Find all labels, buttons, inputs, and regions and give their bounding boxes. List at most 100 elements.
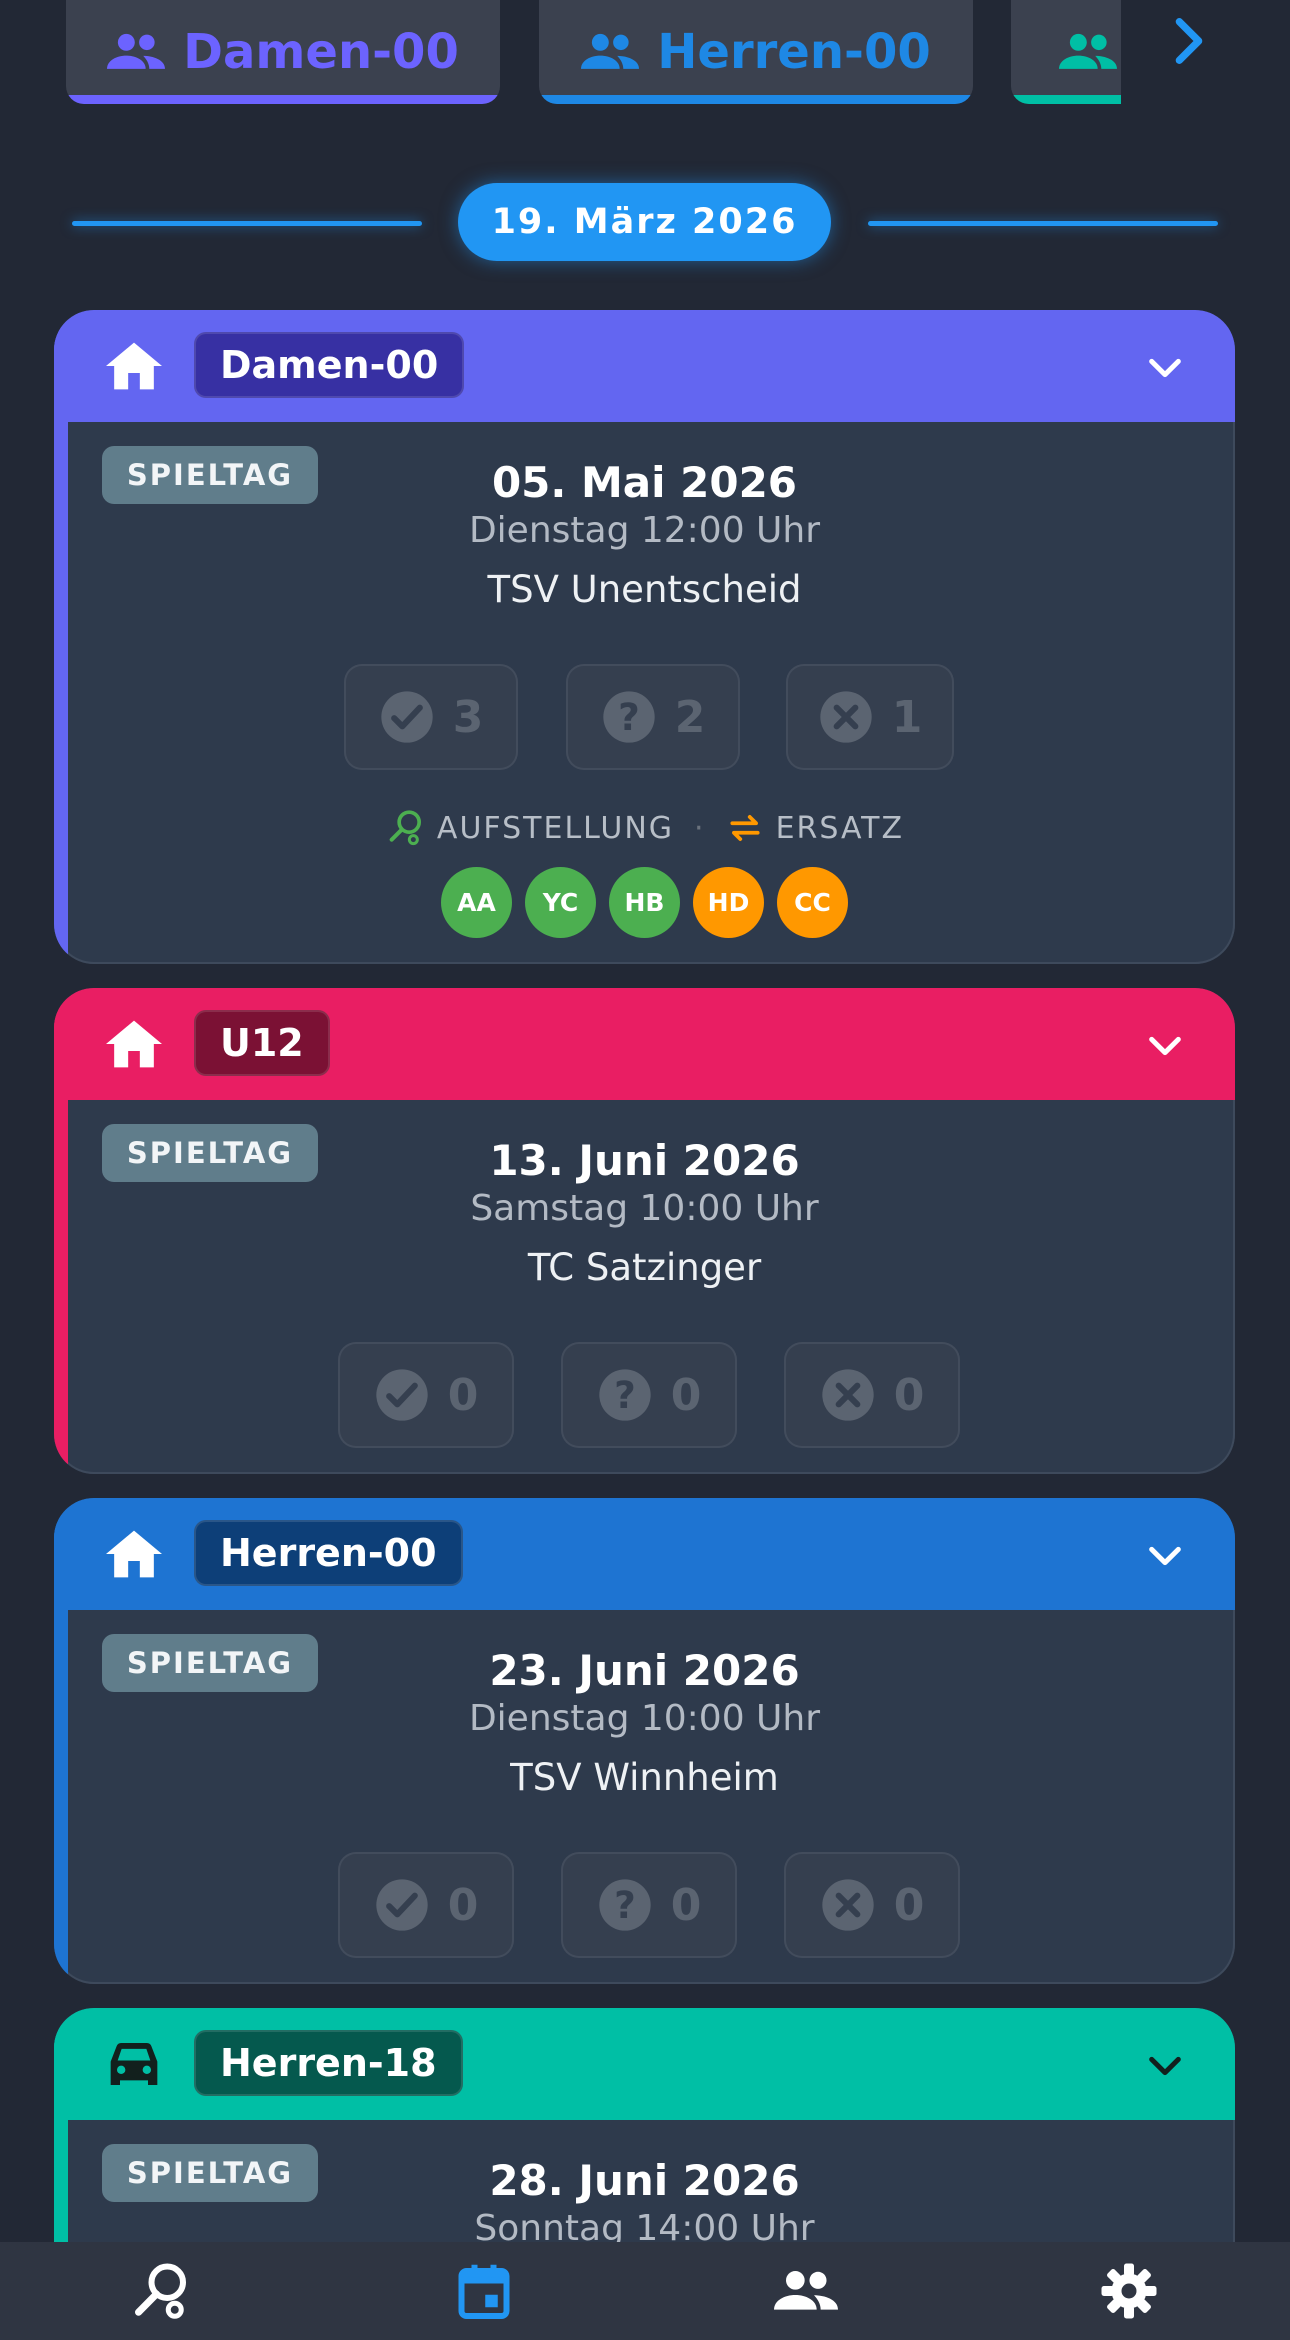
substitute-label: ERSATZ: [775, 810, 905, 846]
card-header[interactable]: Herren-00: [54, 1498, 1235, 1610]
vote-count: 0: [893, 1369, 925, 1421]
chevron-right-icon[interactable]: [1160, 12, 1218, 70]
match-date: 13. Juni 2026: [489, 1136, 800, 1185]
chevron-down-icon[interactable]: [1145, 1026, 1185, 1066]
vote-maybe-button[interactable]: ? 2: [566, 664, 740, 770]
svg-text:?: ?: [618, 695, 640, 739]
vote-no-button[interactable]: 1: [786, 664, 954, 770]
vote-count: 1: [891, 691, 923, 743]
car-icon: [110, 2043, 158, 2085]
home-icon: [106, 1020, 162, 1068]
tennis-racket-icon: [135, 2263, 187, 2319]
question-circle-icon: ?: [599, 1879, 651, 1931]
question-circle-icon: ?: [599, 1369, 651, 1421]
calendar-icon: [458, 2264, 510, 2319]
match-card[interactable]: Damen-00 SPIELTAG 05. Mai 2026 Dienstag …: [54, 310, 1235, 964]
chevron-down-icon[interactable]: [1145, 1536, 1185, 1576]
svg-text:?: ?: [614, 1883, 636, 1927]
nav-item-teams[interactable]: [645, 2242, 968, 2340]
svg-text:?: ?: [614, 1373, 636, 1417]
vote-buttons: 0 ? 0 0: [54, 1342, 1235, 1450]
card-header[interactable]: Herren-18: [54, 2008, 1235, 2120]
chevron-down-icon[interactable]: [1145, 2046, 1185, 2086]
close-circle-icon: [820, 691, 872, 743]
tennis-racket-icon: [389, 810, 421, 846]
team-badge: Herren-18: [194, 2030, 463, 2096]
divider-line: [868, 221, 1218, 226]
gear-icon: [1101, 2263, 1157, 2319]
card-header[interactable]: U12: [54, 988, 1235, 1100]
vote-maybe-button[interactable]: ? 0: [561, 1852, 737, 1958]
match-date: 05. Mai 2026: [491, 458, 798, 507]
tab-damen-00[interactable]: Damen-00: [66, 0, 500, 104]
avatar-list: AA YC HB HD CC: [54, 867, 1235, 938]
vote-no-button[interactable]: 0: [784, 1342, 960, 1448]
vote-count: 0: [670, 1879, 702, 1931]
swap-icon: [730, 815, 760, 841]
vote-no-button[interactable]: 0: [784, 1852, 960, 1958]
tab-underline: [1011, 95, 1121, 104]
match-opponent: TSV Unentscheid: [487, 568, 802, 611]
team-tabs: Damen-00 Herren-00: [0, 0, 1290, 110]
divider-line: [72, 221, 422, 226]
separator-dot: ·: [694, 810, 706, 846]
match-date: 23. Juni 2026: [489, 1646, 800, 1695]
team-badge: Damen-00: [194, 332, 465, 398]
vote-yes-button[interactable]: 3: [344, 664, 518, 770]
close-circle-icon: [822, 1369, 874, 1421]
people-icon: [581, 32, 640, 72]
home-icon: [106, 342, 162, 390]
match-time: Samstag 10:00 Uhr: [470, 1188, 819, 1229]
vote-count: 0: [893, 1879, 925, 1931]
check-circle-icon: [376, 1879, 428, 1931]
vote-maybe-button[interactable]: ? 0: [561, 1342, 737, 1448]
lineup-label: AUFSTELLUNG: [436, 810, 675, 846]
check-circle-icon: [376, 1369, 428, 1421]
tab-herren-00[interactable]: Herren-00: [539, 0, 973, 104]
people-icon: [1059, 32, 1117, 72]
avatar[interactable]: AA: [441, 867, 512, 938]
home-icon: [106, 1530, 162, 1578]
tab-label: Herren-00: [657, 24, 931, 80]
vote-buttons: 3 ? 2 1: [54, 664, 1235, 772]
team-badge: U12: [194, 1010, 330, 1076]
date-pill: 19. März 2026: [458, 183, 831, 261]
vote-buttons: 0 ? 0 0: [54, 1852, 1235, 1960]
avatar[interactable]: HB: [609, 867, 680, 938]
vote-count: 3: [452, 691, 484, 743]
vote-yes-button[interactable]: 0: [338, 1342, 514, 1448]
tab-label: Damen-00: [183, 24, 459, 80]
avatar[interactable]: CC: [777, 867, 848, 938]
tab-underline: [66, 95, 500, 104]
close-circle-icon: [822, 1879, 874, 1931]
people-icon: [774, 2271, 839, 2310]
tab-partial[interactable]: [1011, 0, 1121, 104]
tab-underline: [539, 95, 973, 104]
lineup-row: AUFSTELLUNG · ERSATZ: [54, 808, 1235, 848]
vote-count: 0: [670, 1369, 702, 1421]
team-badge: Herren-00: [194, 1520, 463, 1586]
question-circle-icon: ?: [603, 691, 655, 743]
match-date: 28. Juni 2026: [489, 2156, 800, 2205]
match-opponent: TC Satzinger: [527, 1246, 762, 1289]
nav-item-matches[interactable]: [0, 2242, 323, 2340]
vote-count: 0: [447, 1369, 479, 1421]
card-header[interactable]: Damen-00: [54, 310, 1235, 422]
nav-item-calendar[interactable]: [323, 2242, 646, 2340]
avatar[interactable]: HD: [693, 867, 764, 938]
nav-item-settings[interactable]: [968, 2242, 1290, 2340]
match-time: Dienstag 12:00 Uhr: [468, 510, 821, 551]
vote-count: 0: [447, 1879, 479, 1931]
match-card[interactable]: Herren-00 SPIELTAG 23. Juni 2026 Diensta…: [54, 1498, 1235, 1984]
match-time: Dienstag 10:00 Uhr: [468, 1698, 821, 1739]
check-circle-icon: [381, 691, 433, 743]
chevron-down-icon[interactable]: [1145, 348, 1185, 388]
vote-yes-button[interactable]: 0: [338, 1852, 514, 1958]
avatar[interactable]: YC: [525, 867, 596, 938]
vote-count: 2: [674, 691, 706, 743]
bottom-navigation: [0, 2242, 1290, 2340]
match-opponent: TSV Winnheim: [510, 1756, 779, 1799]
date-divider: 19. März 2026: [0, 183, 1290, 263]
people-icon: [107, 32, 166, 72]
match-card[interactable]: U12 SPIELTAG 13. Juni 2026 Samstag 10:00…: [54, 988, 1235, 1474]
